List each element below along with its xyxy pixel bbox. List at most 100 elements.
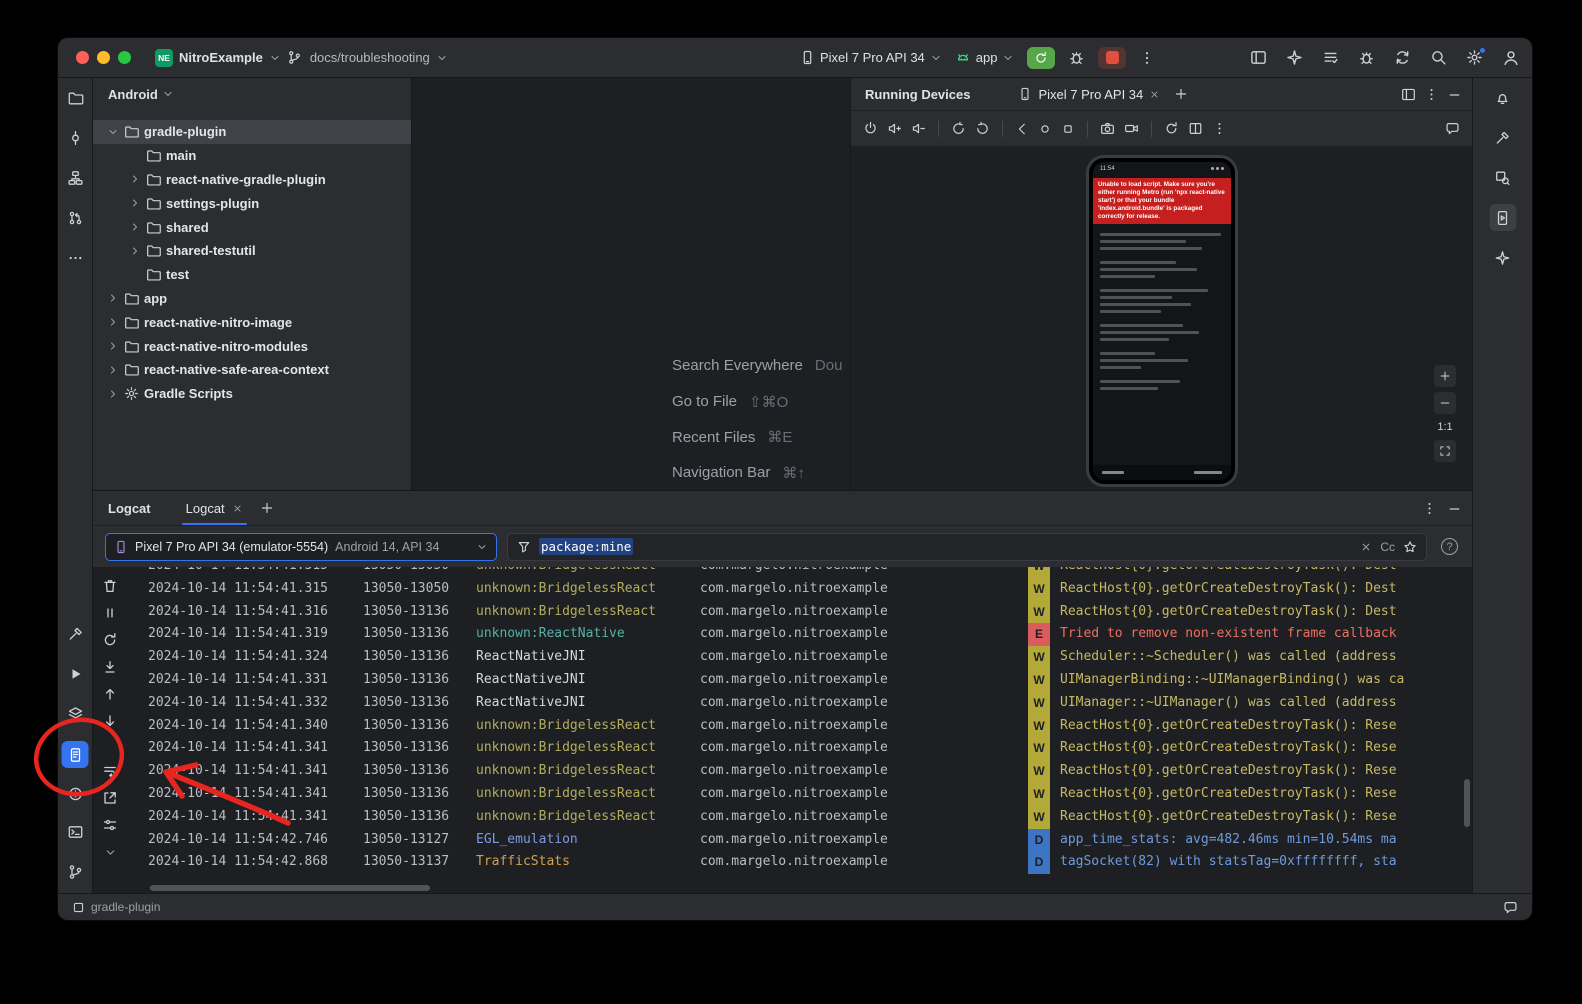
more-actions-icon[interactable] xyxy=(99,841,121,863)
log-row[interactable]: 2024-10-14 11:54:41.31513050-13050unknow… xyxy=(127,578,1462,601)
volume-down-icon[interactable] xyxy=(911,121,926,136)
chevron-down-icon[interactable] xyxy=(107,126,119,138)
log-row[interactable]: 2024-10-14 11:54:42.74613050-13127EGL_em… xyxy=(127,829,1462,852)
pull-requests-tool-icon[interactable] xyxy=(62,204,89,231)
hide-panel-icon[interactable] xyxy=(1447,87,1462,102)
tree-item-react-native-safe-area-context[interactable]: react-native-safe-area-context xyxy=(93,358,411,382)
zoom-fit-button[interactable] xyxy=(1434,440,1456,462)
more-tools-icon[interactable] xyxy=(62,244,89,271)
chevron-right-icon[interactable] xyxy=(129,173,141,185)
close-icon[interactable] xyxy=(232,503,243,514)
volume-up-icon[interactable] xyxy=(887,121,902,136)
horizontal-scrollbar[interactable] xyxy=(150,885,430,891)
tree-item-shared-testutil[interactable]: shared-testutil xyxy=(93,239,411,263)
gradle-tool-icon[interactable] xyxy=(1489,124,1516,151)
fold-device-icon[interactable] xyxy=(1188,121,1203,136)
tool-windows-icon[interactable] xyxy=(1250,49,1267,66)
previous-message-icon[interactable] xyxy=(99,683,121,705)
screen-record-icon[interactable] xyxy=(1124,121,1139,136)
running-devices-tool-icon[interactable] xyxy=(1489,204,1516,231)
recents-icon[interactable] xyxy=(1061,122,1075,136)
log-row[interactable]: 2024-10-14 11:54:41.31913050-13136unknow… xyxy=(127,623,1462,646)
tree-item-react-native-nitro-modules[interactable]: react-native-nitro-modules xyxy=(93,334,411,358)
layout-inspector-tool-icon[interactable] xyxy=(1489,164,1516,191)
log-row[interactable]: 2024-10-14 11:54:41.33113050-13136ReactN… xyxy=(127,669,1462,692)
chevron-right-icon[interactable] xyxy=(107,364,119,376)
sync-icon[interactable] xyxy=(1394,49,1411,66)
project-view-mode[interactable]: Android xyxy=(108,87,158,102)
notifications-icon[interactable] xyxy=(1503,900,1518,915)
rerun-button[interactable] xyxy=(1027,47,1055,69)
tab-pixel-7-pro[interactable]: Pixel 7 Pro API 34 xyxy=(1012,78,1166,110)
zoom-level[interactable]: 1:1 xyxy=(1437,419,1452,435)
zoom-out-button[interactable] xyxy=(1434,392,1456,414)
account-icon[interactable] xyxy=(1502,49,1520,67)
status-module[interactable]: gradle-plugin xyxy=(91,900,160,914)
logcat-tool-icon[interactable] xyxy=(62,741,89,768)
logcat-filter-input[interactable]: package:mine Cc xyxy=(507,533,1427,561)
version-control-tool-icon[interactable] xyxy=(62,858,89,885)
vertical-scrollbar[interactable] xyxy=(1464,779,1470,827)
power-icon[interactable] xyxy=(863,121,878,136)
gemini-tool-icon[interactable] xyxy=(1489,244,1516,271)
chevron-right-icon[interactable] xyxy=(129,245,141,257)
new-logcat-tab-icon[interactable] xyxy=(260,501,274,515)
close-icon[interactable] xyxy=(1149,89,1160,100)
profiler-icon[interactable] xyxy=(1358,49,1375,66)
log-row[interactable]: 2024-10-14 11:54:41.33213050-13136ReactN… xyxy=(127,692,1462,715)
build-variants-tool-icon[interactable] xyxy=(62,700,89,727)
tree-item-react-native-nitro-image[interactable]: react-native-nitro-image xyxy=(93,310,411,334)
minimize-window-button[interactable] xyxy=(97,51,110,64)
chevron-right-icon[interactable] xyxy=(107,292,119,304)
chevron-right-icon[interactable] xyxy=(107,316,119,328)
logcat-settings-icon[interactable] xyxy=(99,814,121,836)
restart-device-icon[interactable] xyxy=(1164,121,1179,136)
restart-logcat-icon[interactable] xyxy=(99,629,121,651)
chevron-right-icon[interactable] xyxy=(129,197,141,209)
zoom-in-button[interactable] xyxy=(1434,365,1456,387)
back-icon[interactable] xyxy=(1015,122,1029,136)
chevron-right-icon[interactable] xyxy=(107,388,119,400)
tree-item-test[interactable]: test xyxy=(93,263,411,287)
tree-item-settings-plugin[interactable]: settings-plugin xyxy=(93,191,411,215)
ai-assistant-icon[interactable] xyxy=(1286,49,1303,66)
structure-tool-icon[interactable] xyxy=(62,164,89,191)
more-actions-icon[interactable] xyxy=(1139,50,1155,66)
log-row[interactable]: 2024-10-14 11:54:41.31513050-13050unknow… xyxy=(127,567,1462,578)
logcat-device-selector[interactable]: Pixel 7 Pro API 34 (emulator-5554) Andro… xyxy=(105,533,497,561)
build-tool-icon[interactable] xyxy=(62,620,89,647)
tree-item-shared[interactable]: shared xyxy=(93,215,411,239)
panel-options-icon[interactable] xyxy=(1424,87,1439,102)
float-window-icon[interactable] xyxy=(1401,87,1416,102)
screenshot-icon[interactable] xyxy=(1100,121,1115,136)
scroll-to-end-icon[interactable] xyxy=(99,656,121,678)
feedback-icon[interactable] xyxy=(1445,121,1460,136)
chevron-right-icon[interactable] xyxy=(129,221,141,233)
terminal-tool-icon[interactable] xyxy=(62,818,89,845)
log-row[interactable]: 2024-10-14 11:54:41.34113050-13136unknow… xyxy=(127,783,1462,806)
notifications-tool-icon[interactable] xyxy=(1489,84,1516,111)
commit-tool-icon[interactable] xyxy=(62,124,89,151)
home-icon[interactable] xyxy=(1038,122,1052,136)
tree-item-app[interactable]: app xyxy=(93,287,411,311)
next-message-icon[interactable] xyxy=(99,710,121,732)
panel-options-icon[interactable] xyxy=(1422,501,1437,516)
tree-item-gradle-scripts[interactable]: Gradle Scripts xyxy=(93,382,411,406)
device-options-icon[interactable] xyxy=(1212,121,1227,136)
editor-area[interactable]: Search EverywhereDouGo to File⇧⌘ORecent … xyxy=(412,78,850,490)
match-case-toggle[interactable]: Cc xyxy=(1380,540,1395,554)
maximize-window-button[interactable] xyxy=(118,51,131,64)
device-selector[interactable]: Pixel 7 Pro API 34 xyxy=(800,50,942,65)
log-row[interactable]: 2024-10-14 11:54:41.31613050-13136unknow… xyxy=(127,601,1462,624)
favorite-filter-icon[interactable] xyxy=(1403,540,1417,554)
help-button[interactable]: ? xyxy=(1441,538,1458,555)
project-tool-icon[interactable] xyxy=(62,84,89,111)
tree-item-main[interactable]: main xyxy=(93,144,411,168)
clear-logcat-icon[interactable] xyxy=(99,575,121,597)
tab-logcat[interactable]: Logcat xyxy=(179,491,250,525)
problems-tool-icon[interactable] xyxy=(62,780,89,807)
close-window-button[interactable] xyxy=(76,51,89,64)
run-tool-icon[interactable] xyxy=(62,660,89,687)
log-row[interactable]: 2024-10-14 11:54:41.34113050-13136unknow… xyxy=(127,806,1462,829)
branch-selector[interactable]: docs/troubleshooting xyxy=(310,50,430,65)
